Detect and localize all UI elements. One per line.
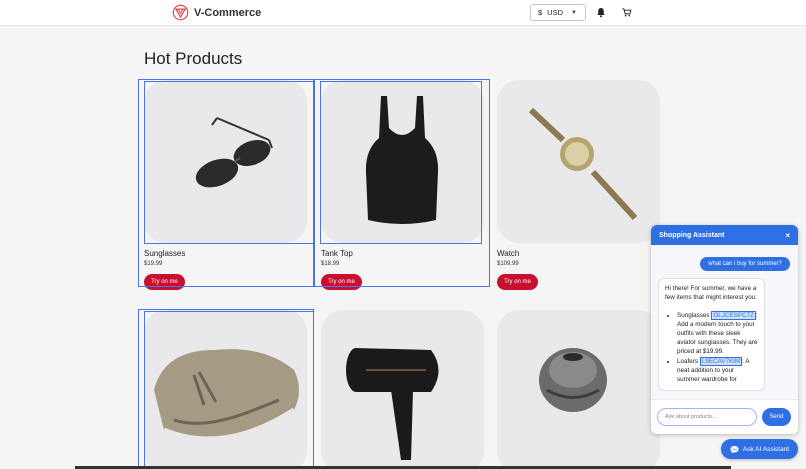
- close-icon[interactable]: ×: [785, 231, 790, 240]
- chevron-down-icon: ▼: [571, 9, 577, 16]
- cart-icon[interactable]: [622, 7, 632, 18]
- product-name[interactable]: Watch: [497, 249, 660, 259]
- ask-ai-label: Ask AI Assistant: [742, 445, 790, 453]
- product-image[interactable]: [497, 80, 660, 243]
- ask-ai-button[interactable]: Ask AI Assistant: [721, 439, 798, 459]
- product-price: $109.99: [497, 261, 519, 267]
- product-image[interactable]: [144, 310, 307, 469]
- product-card[interactable]: [497, 310, 660, 469]
- product-name[interactable]: Sunglasses: [144, 249, 307, 259]
- chat-header: Shopping Assistant ×: [651, 225, 798, 245]
- try-on-button[interactable]: Try on me: [321, 274, 362, 290]
- recommendation-list: Sunglasses OLJCESPC7Z: Add a modern touc…: [677, 311, 758, 384]
- chat-title: Shopping Assistant: [659, 231, 725, 239]
- currency-select[interactable]: $ USD ▼: [530, 4, 586, 21]
- chat-bubble-icon: [730, 445, 739, 453]
- currency-code: USD: [547, 8, 564, 17]
- product-card[interactable]: [321, 310, 484, 469]
- chat-footer: Send: [651, 399, 798, 434]
- chat-input[interactable]: [657, 408, 757, 426]
- try-on-button[interactable]: Try on me: [497, 274, 538, 290]
- top-header: V-Commerce $ USD ▼: [0, 0, 806, 26]
- product-price: $18.99: [321, 261, 340, 267]
- list-item: Loafers L9ECAV7KIM: A neat addition to y…: [677, 357, 758, 384]
- brand-logo[interactable]: V-Commerce: [172, 4, 261, 21]
- product-card[interactable]: Sunglasses $19.99 Try on me: [144, 80, 307, 290]
- section-title: Hot Products: [144, 49, 243, 68]
- product-card[interactable]: Tank Top $18.99 Try on me: [321, 80, 484, 290]
- bell-icon[interactable]: [596, 7, 606, 18]
- brand-name: V-Commerce: [194, 6, 262, 19]
- currency-symbol: $: [538, 8, 543, 17]
- product-card[interactable]: [144, 310, 307, 469]
- product-price: $19.99: [144, 261, 163, 267]
- assistant-message: Hi there! For summer, we have a few item…: [658, 278, 765, 391]
- send-button[interactable]: Send: [762, 408, 791, 426]
- product-card[interactable]: Watch $109.99 Try on me: [497, 80, 660, 290]
- try-on-button[interactable]: Try on me: [144, 274, 185, 290]
- product-image[interactable]: [321, 310, 484, 469]
- product-code-tag[interactable]: OLJCESPC7Z: [711, 311, 756, 320]
- item-name: Sunglasses: [677, 312, 710, 319]
- assistant-intro: Hi there! For summer, we have a few item…: [665, 285, 758, 301]
- product-name[interactable]: Tank Top: [321, 249, 484, 259]
- shopping-assistant-panel: Shopping Assistant × what can i buy for …: [651, 225, 798, 434]
- user-message: what can i buy for summer?: [700, 257, 790, 271]
- product-image[interactable]: [321, 80, 484, 243]
- list-item: Sunglasses OLJCESPC7Z: Add a modern touc…: [677, 311, 758, 356]
- logo-icon: [172, 4, 189, 21]
- product-image[interactable]: [497, 310, 660, 469]
- item-name: Loafers: [677, 358, 699, 365]
- chat-messages[interactable]: what can i buy for summer? Hi there! For…: [651, 245, 798, 399]
- product-image[interactable]: [144, 80, 307, 243]
- product-code-tag[interactable]: L9ECAV7KIM: [699, 357, 743, 366]
